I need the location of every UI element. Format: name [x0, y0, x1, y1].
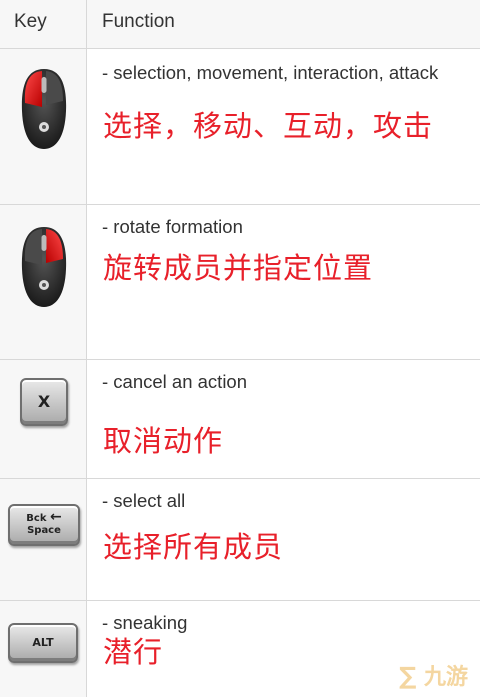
function-description-en: - selection, movement, interaction, atta…: [102, 62, 439, 83]
x-key-icon: X: [20, 378, 68, 426]
function-column-header: Function: [102, 11, 175, 32]
table-row: Bck ← Space - select all 选择所有成员: [0, 479, 480, 601]
function-description-zh: 选择，移动、互动，攻击: [103, 109, 434, 143]
mouse-left-click-icon: [21, 69, 67, 149]
function-description-en: - rotate formation: [102, 216, 243, 237]
table-row: - selection, movement, interaction, atta…: [0, 49, 480, 205]
function-description-zh: 旋转成员并指定位置: [103, 251, 374, 285]
key-column-header: Key: [14, 11, 47, 32]
mouse-right-click-icon: [21, 227, 67, 307]
alt-key-icon: ALT: [8, 623, 78, 663]
function-description-zh: 取消动作: [103, 424, 224, 458]
backspace-key-icon: Bck ← Space: [8, 504, 80, 546]
function-description-zh: 选择所有成员: [103, 530, 284, 564]
watermark-logo: ∑ 九游: [399, 662, 468, 690]
table-row: X - cancel an action 取消动作: [0, 360, 480, 479]
function-description-zh: 潜行: [103, 635, 164, 669]
key-label-bottom: Space: [27, 525, 61, 536]
column-divider: [86, 0, 87, 697]
table-header: Key Function: [0, 0, 480, 49]
left-arrow-icon: ←: [49, 509, 62, 525]
key-label-top: Bck: [26, 513, 47, 524]
table-row: - rotate formation 旋转成员并指定位置: [0, 205, 480, 360]
function-description-en: - cancel an action: [102, 371, 248, 392]
watermark-text: 九游: [423, 665, 468, 690]
function-description-en: - select all: [102, 490, 186, 511]
